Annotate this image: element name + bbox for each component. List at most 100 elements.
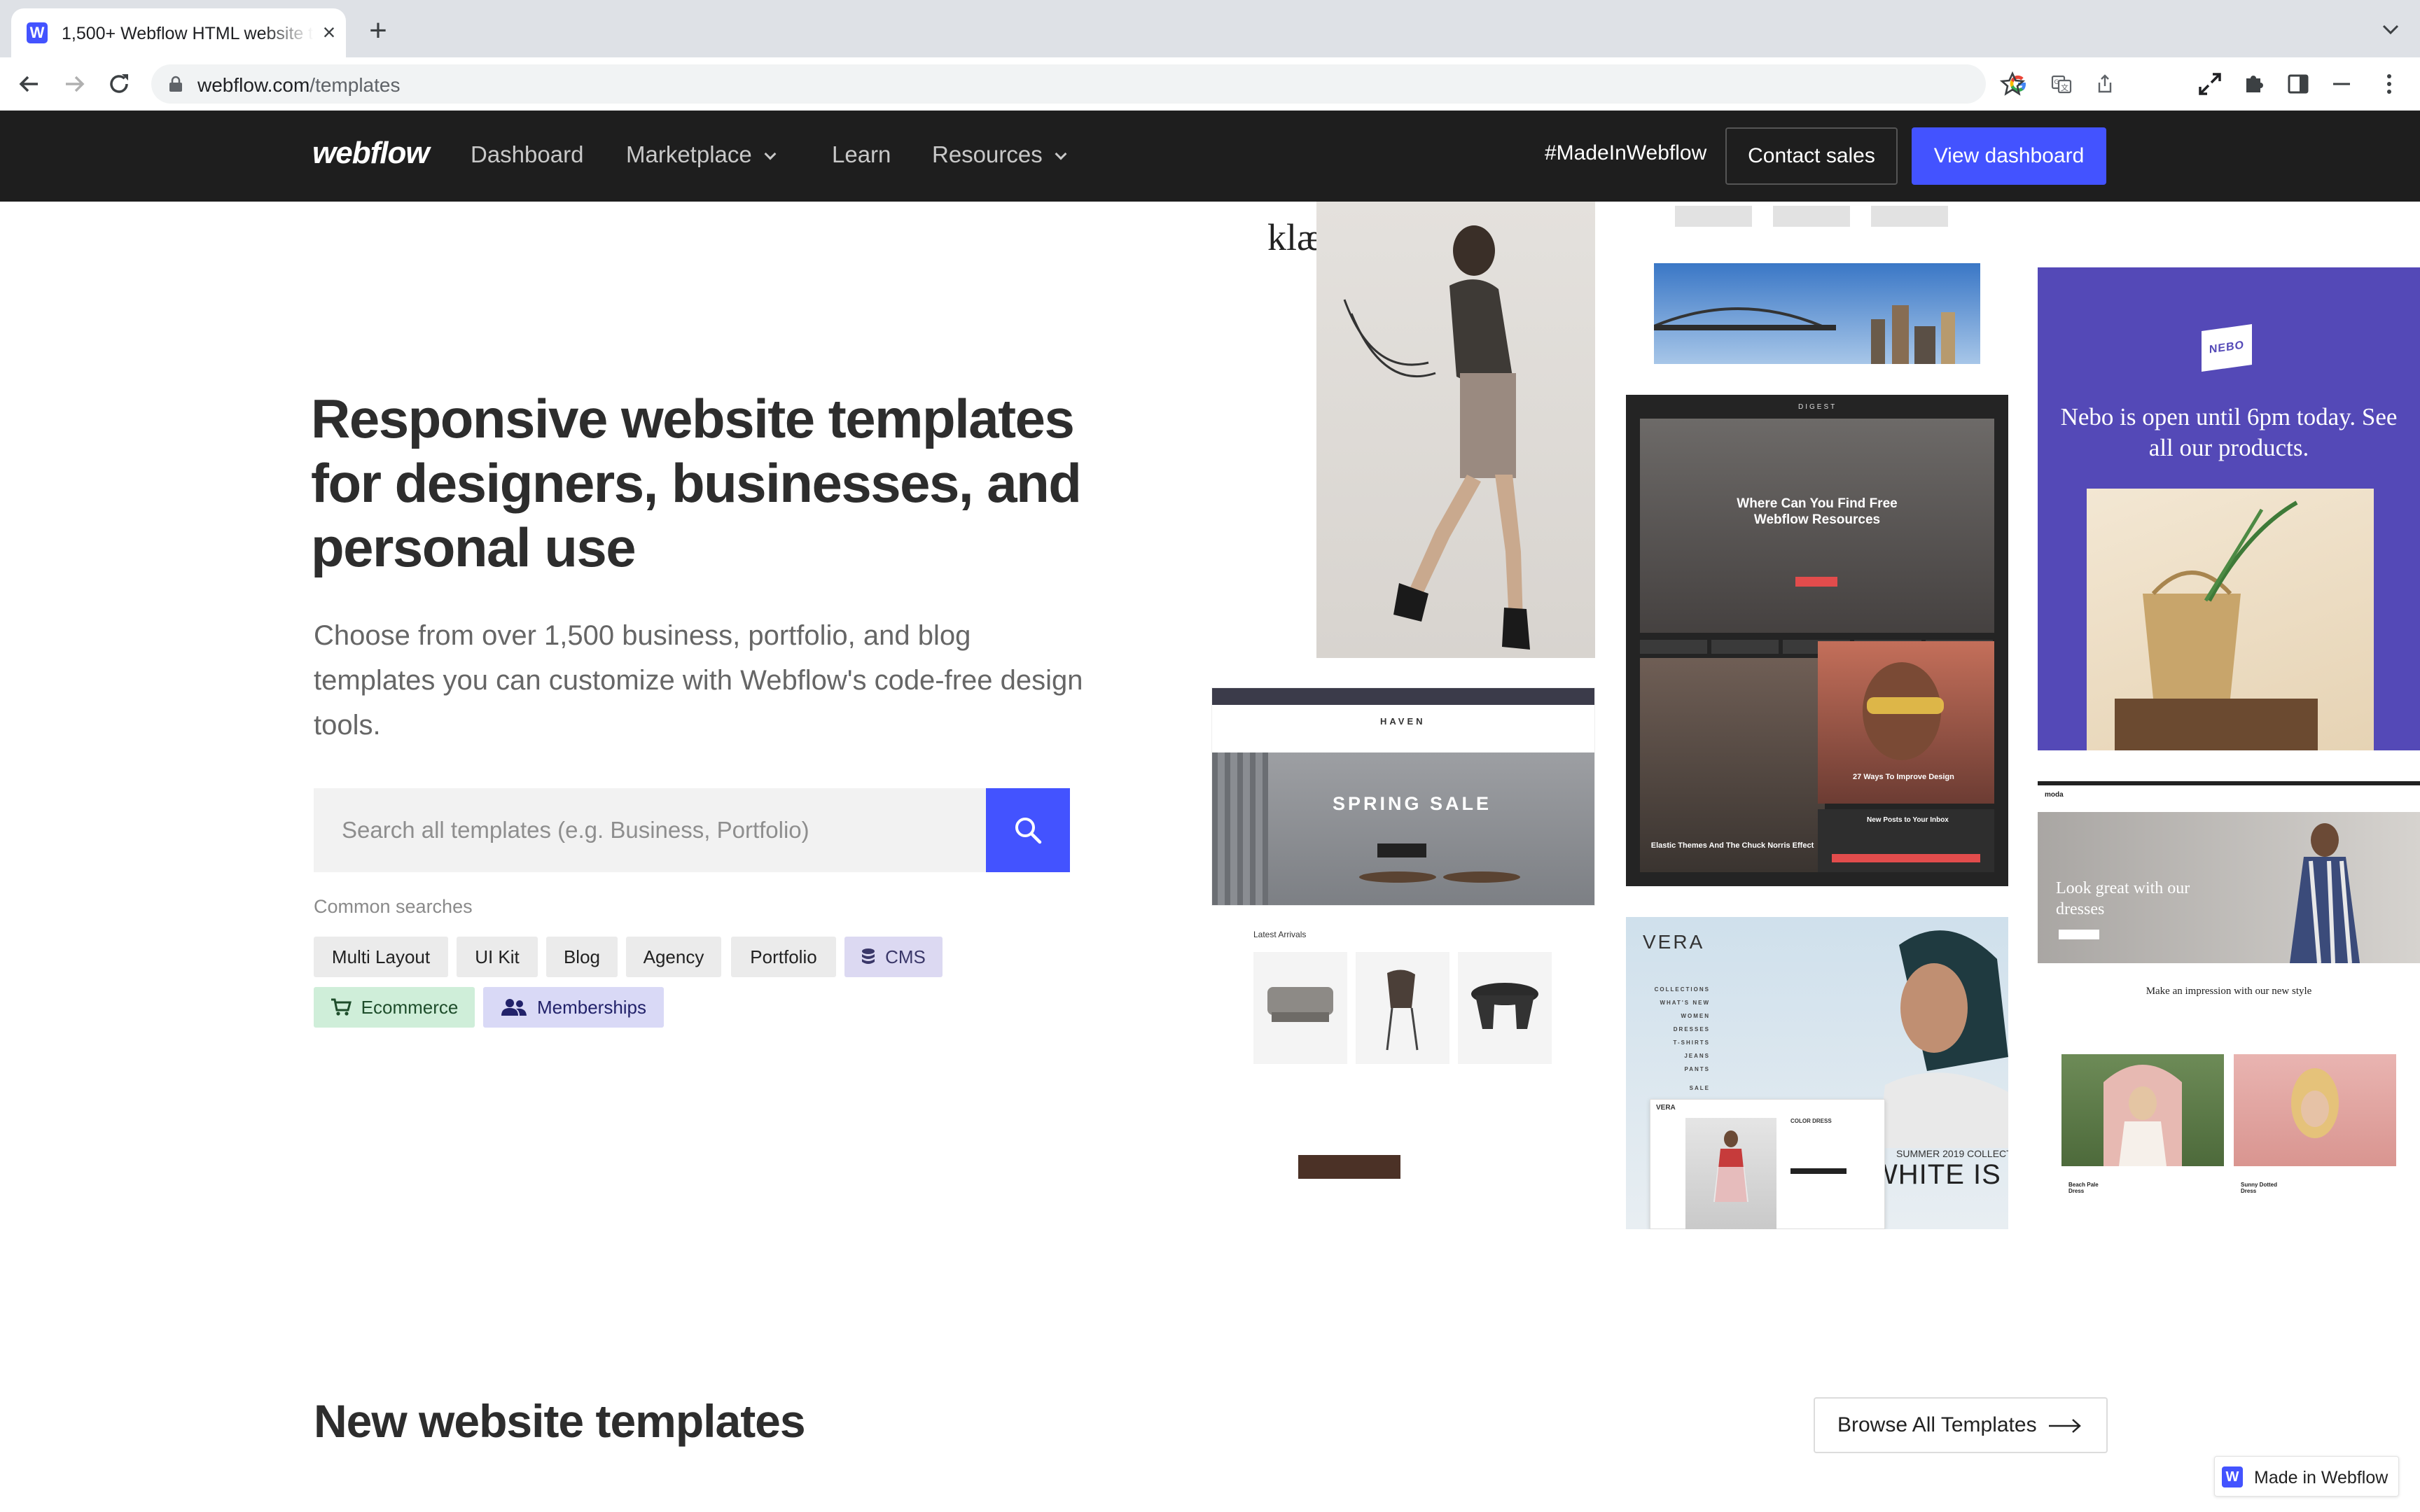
vera-logo: VERA — [1643, 931, 1705, 953]
users-icon — [501, 999, 527, 1016]
template-card-vera[interactable]: VERA COLLECTIONS WHAT'S NEW WOMEN DRESSE… — [1626, 917, 2008, 1229]
minimize-icon[interactable] — [2326, 69, 2357, 99]
fullscreen-icon[interactable] — [2195, 69, 2225, 99]
vera-headline: WHITE IS BACK — [1871, 1159, 2008, 1190]
haven-sale-title: SPRING SALE — [1333, 793, 1492, 814]
nebo-photo — [2087, 489, 2374, 750]
new-tab-icon[interactable]: + — [361, 15, 395, 49]
template-card-nebo[interactable]: NEBO Nebo is open until 6pm today. See a… — [2038, 267, 2420, 750]
vera-menu-item: WHAT'S NEW — [1660, 1000, 1710, 1006]
digest-newsletter: New Posts to Your Inbox — [1818, 809, 1994, 872]
browser-toolbar: webflow.com/templates 文 G — [0, 57, 2420, 111]
share-icon[interactable] — [2094, 73, 2116, 95]
nav-marketplace[interactable]: Marketplace — [626, 141, 777, 168]
database-icon — [862, 948, 875, 965]
made-in-webflow-label: Made in Webflow — [2254, 1468, 2388, 1488]
page-subtitle: Choose from over 1,500 business, portfol… — [314, 620, 1083, 741]
browser-tabstrip: W 1,500+ Webflow HTML website templates … — [0, 0, 2420, 57]
close-tab-icon[interactable]: × — [317, 20, 342, 45]
nebo-headline: Nebo is open until 6pm today. See all ou… — [2060, 403, 2398, 461]
city-photo — [1653, 263, 1980, 364]
side-panel-icon[interactable] — [2283, 69, 2314, 99]
chip-cms-label: CMS — [885, 946, 926, 967]
forward-icon[interactable] — [59, 69, 90, 99]
digest-card2-title: 27 Ways To Improve Design — [1853, 773, 1954, 781]
new-templates-heading: New website templates — [314, 1395, 806, 1447]
chip-ecommerce-label: Ecommerce — [361, 997, 459, 1018]
haven-thumb — [1298, 1155, 1400, 1179]
chip-memberships-label: Memberships — [536, 997, 647, 1018]
haven-latest-label: Latest Arrivals — [1253, 930, 1307, 939]
search-button[interactable] — [986, 788, 1070, 872]
nav-marketplace-label: Marketplace — [626, 141, 752, 167]
digest-read-button — [1795, 577, 1837, 587]
search-input[interactable] — [314, 788, 986, 872]
extensions-icon[interactable] — [2238, 69, 2269, 99]
vera-inner-logo: VERA — [1656, 1104, 1676, 1112]
chip-ui-kit[interactable]: UI Kit — [457, 937, 538, 977]
site-navbar: webflow Dashboard Marketplace Learn Reso… — [0, 111, 2420, 202]
webflow-favicon-icon: W — [27, 22, 48, 43]
vera-menu-item: JEANS — [1684, 1053, 1710, 1059]
moda-impress-heading: Make an impression with our new style — [2146, 986, 2312, 997]
chip-ecommerce[interactable]: Ecommerce — [314, 987, 475, 1028]
product-chair — [1356, 952, 1449, 1064]
view-dashboard-button[interactable]: View dashboard — [1912, 127, 2106, 185]
nav-dashboard[interactable]: Dashboard — [471, 141, 583, 168]
moda-item-1: Beach Pale Dress — [2068, 1182, 2099, 1194]
digest-card1-title: Elastic Themes And The Chuck Norris Effe… — [1650, 841, 1814, 850]
search-icon — [1015, 818, 1042, 844]
browse-all-label: Browse All Templates — [1837, 1413, 2037, 1436]
klaer-photo — [1316, 202, 1595, 658]
chip-blog[interactable]: Blog — [546, 937, 618, 977]
vera-menu-item: T-SHIRTS — [1673, 1040, 1710, 1046]
vera-inner-title: COLOR DRESS — [1790, 1118, 1832, 1124]
chevron-down-icon — [1055, 148, 1067, 160]
svg-text:G: G — [2054, 79, 2059, 86]
contact-sales-button[interactable]: Contact sales — [1725, 127, 1898, 185]
arrow-right-icon — [2049, 1419, 2081, 1433]
back-icon[interactable] — [14, 69, 45, 99]
webflow-logo-icon: W — [2222, 1466, 2243, 1488]
product-armchair — [1253, 952, 1347, 1064]
vera-menu-item: COLLECTIONS — [1654, 986, 1710, 993]
chevron-down-icon — [764, 148, 777, 160]
template-card-city[interactable] — [1626, 202, 2008, 364]
nebo-logo-text: NEBO — [2209, 339, 2245, 356]
vera-inner-window: VERA COLOR DRESS — [1650, 1099, 1885, 1229]
lock-icon[interactable] — [168, 76, 183, 92]
webflow-logo[interactable]: webflow — [312, 136, 430, 171]
chip-portfolio[interactable]: Portfolio — [731, 937, 836, 977]
city-text-columns — [1675, 206, 1955, 227]
chip-cms[interactable]: CMS — [844, 937, 943, 977]
page-title: Responsive website templates for designe… — [311, 388, 1082, 578]
template-card-digest[interactable]: DIGEST Where Can You Find Free Webflow R… — [1626, 395, 2008, 886]
made-in-webflow-badge[interactable]: W Made in Webflow — [2214, 1456, 2399, 1497]
template-card-klaer[interactable]: klær — [1211, 202, 1595, 658]
reload-icon[interactable] — [104, 69, 134, 99]
bookmark-star-icon[interactable] — [1997, 69, 2028, 99]
nebo-logo: NEBO — [2202, 323, 2252, 372]
chip-multi-layout[interactable]: Multi Layout — [314, 937, 448, 977]
template-card-haven[interactable]: HAVEN SPRING SALE — [1211, 687, 1595, 906]
menu-kebab-icon[interactable] — [2374, 69, 2405, 99]
template-card-haven-products[interactable]: Latest Arrivals — [1211, 906, 1595, 1179]
nav-resources-label: Resources — [932, 141, 1043, 167]
haven-logo: HAVEN — [1380, 716, 1426, 727]
translate-icon[interactable]: 文 G — [2050, 73, 2073, 95]
chevron-down-icon[interactable] — [2378, 17, 2403, 42]
nav-resources[interactable]: Resources — [932, 141, 1067, 168]
address-bar[interactable]: webflow.com/templates 文 G — [151, 64, 2112, 104]
moda-hero: Look great with our dresses — [2038, 812, 2420, 963]
browse-all-templates-button[interactable]: Browse All Templates — [1814, 1397, 2108, 1453]
haven-announcement-bar — [1212, 688, 1594, 705]
chip-memberships[interactable]: Memberships — [483, 987, 664, 1028]
digest-hero: Where Can You Find Free Webflow Resource… — [1640, 419, 1994, 633]
template-card-moda[interactable]: moda Look great with our dresses Make an… — [2038, 781, 2420, 1229]
made-in-webflow-link[interactable]: #MadeInWebflow — [1545, 141, 1706, 165]
nav-learn[interactable]: Learn — [832, 141, 891, 168]
tab-title: 1,500+ Webflow HTML website templates — [62, 24, 314, 43]
chip-agency[interactable]: Agency — [626, 937, 721, 977]
browser-tab[interactable]: W 1,500+ Webflow HTML website templates … — [11, 8, 346, 57]
moda-item-2: Sunny Dotted Dress — [2241, 1182, 2277, 1194]
